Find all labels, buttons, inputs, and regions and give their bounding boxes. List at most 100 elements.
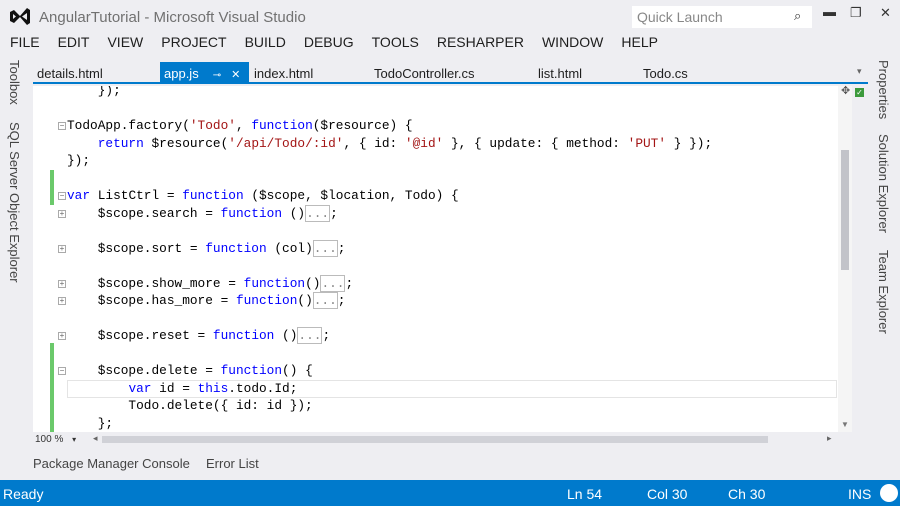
code-line[interactable]: $scope.show_more = function()...;: [67, 274, 353, 293]
zoom-dropdown-icon[interactable]: ▾: [72, 435, 76, 444]
expand-icon[interactable]: +: [58, 297, 66, 305]
quick-launch-input[interactable]: Quick Launch: [632, 6, 812, 28]
tab-app-js[interactable]: app.js ⊸ ✕: [160, 62, 249, 84]
code-line[interactable]: return $resource('/api/Todo/:id', { id: …: [67, 135, 712, 153]
code-token: };: [67, 415, 114, 431]
scroll-right-icon[interactable]: ▸: [827, 433, 832, 444]
search-icon[interactable]: ⌕: [794, 8, 801, 24]
code-token: (): [282, 205, 306, 221]
code-token: (): [305, 275, 321, 291]
status-text: Ready: [3, 486, 44, 502]
tab-todocontroller-cs[interactable]: TodoController.cs: [370, 62, 478, 84]
menu-debug[interactable]: DEBUG: [294, 34, 362, 54]
menu-view[interactable]: VIEW: [97, 34, 151, 54]
tab-overflow-dropdown[interactable]: ▾: [853, 62, 866, 84]
tab-list-html[interactable]: list.html: [534, 62, 586, 84]
tab-todo-cs[interactable]: Todo.cs: [639, 62, 692, 84]
tab-details-html[interactable]: details.html: [33, 62, 107, 84]
code-token: 'PUT': [627, 135, 667, 151]
menu-help[interactable]: HELP: [611, 34, 666, 54]
code-token: id =: [151, 380, 198, 396]
error-list-tab[interactable]: Error List: [206, 456, 259, 471]
properties-tab[interactable]: Properties: [876, 60, 891, 119]
expand-icon[interactable]: +: [58, 244, 66, 253]
code-token: function: [220, 363, 283, 378]
close-tab-icon[interactable]: ✕: [231, 69, 240, 81]
menu-edit[interactable]: EDIT: [48, 34, 98, 54]
scroll-down-icon[interactable]: ▼: [841, 420, 849, 429]
code-line[interactable]: Todo.delete({ id: id });: [67, 397, 312, 415]
code-token: });: [67, 153, 91, 168]
code-token: });: [67, 86, 121, 98]
package-manager-console-tab[interactable]: Package Manager Console: [33, 456, 190, 471]
horizontal-scroll-thumb[interactable]: [102, 436, 768, 443]
team-explorer-tab[interactable]: Team Explorer: [876, 250, 891, 334]
code-line[interactable]: var ListCtrl = function ($scope, $locati…: [67, 187, 459, 205]
expand-icon[interactable]: +: [58, 279, 66, 288]
code-token: ($scope, $location, Todo) {: [243, 188, 459, 203]
code-token: function: [235, 293, 298, 308]
menu-resharper[interactable]: RESHARPER: [427, 34, 532, 54]
collapsed-region-button[interactable]: ...: [305, 204, 331, 222]
column-number: Col 30: [647, 486, 688, 502]
code-token: function: [220, 205, 283, 221]
code-line[interactable]: $scope.reset = function ()...;: [67, 327, 330, 345]
vertical-scroll-thumb[interactable]: [841, 150, 849, 270]
change-marker: [50, 343, 54, 432]
restore-button[interactable]: ❐: [850, 5, 862, 21]
code-line[interactable]: };: [67, 415, 113, 433]
zoom-value: 100 %: [35, 434, 64, 445]
minimize-button[interactable]: ▬: [823, 4, 836, 19]
collapse-icon[interactable]: −: [58, 122, 66, 130]
toolbox-tab[interactable]: Toolbox: [7, 60, 22, 105]
code-token: function: [212, 328, 275, 343]
code-editor[interactable]: }); TodoApp.factory('Todo', function($res…: [33, 86, 838, 432]
code-token: '/api/Todo/:id': [228, 135, 344, 151]
code-token: , { id:: [343, 135, 405, 151]
code-line[interactable]: var id = this.todo.Id;: [67, 380, 297, 398]
pin-icon[interactable]: ⊸: [213, 70, 221, 81]
collapse-icon[interactable]: −: [58, 192, 66, 200]
collapsed-region-button[interactable]: ...: [320, 274, 346, 292]
code-token: ;: [330, 205, 338, 221]
left-tool-strip: Toolbox SQL Server Object Explorer: [0, 56, 28, 476]
notification-icon[interactable]: [880, 484, 898, 502]
close-button[interactable]: ✕: [880, 5, 891, 21]
collapsed-region-button[interactable]: ...: [297, 327, 323, 344]
expand-icon[interactable]: +: [58, 332, 66, 340]
code-token: $scope.has_more =: [67, 293, 236, 308]
sql-server-object-explorer-tab[interactable]: SQL Server Object Explorer: [7, 122, 22, 283]
code-token: $scope.search =: [67, 205, 221, 221]
window-title: AngularTutorial - Microsoft Visual Studi…: [39, 9, 306, 26]
code-token: function: [243, 275, 306, 291]
code-line[interactable]: TodoApp.factory('Todo', function($resour…: [67, 117, 413, 135]
code-line[interactable]: });: [67, 152, 90, 170]
code-token: return: [97, 135, 144, 151]
tab-index-html[interactable]: index.html: [250, 62, 317, 84]
code-line[interactable]: });: [67, 86, 121, 100]
split-icon[interactable]: ✥: [841, 84, 850, 97]
code-token: ;: [337, 293, 346, 308]
menu-bar: FILE EDIT VIEW PROJECT BUILD DEBUG TOOLS RESHAR…: [0, 34, 666, 54]
collapsed-region-button[interactable]: ...: [312, 239, 338, 257]
code-line[interactable]: $scope.delete = function() {: [67, 362, 313, 380]
collapse-icon[interactable]: −: [58, 367, 66, 375]
code-token: '@id': [404, 135, 444, 151]
menu-window[interactable]: WINDOW: [532, 34, 611, 54]
zoom-level[interactable]: 100 % ▾: [35, 434, 76, 445]
menu-project[interactable]: PROJECT: [151, 34, 234, 54]
menu-build[interactable]: BUILD: [235, 34, 294, 54]
menu-file[interactable]: FILE: [0, 34, 48, 54]
code-token: $scope.reset =: [67, 328, 213, 343]
code-line[interactable]: $scope.sort = function (col)...;: [67, 239, 345, 258]
menu-tools[interactable]: TOOLS: [362, 34, 427, 54]
scroll-left-icon[interactable]: ◂: [93, 433, 98, 444]
status-bar: Ready Ln 54 Col 30 Ch 30 INS: [0, 480, 900, 506]
right-tool-strip: Properties Solution Explorer Team Explor…: [868, 56, 900, 476]
code-token: $scope.delete =: [67, 363, 221, 378]
code-line[interactable]: $scope.has_more = function()...;: [67, 292, 345, 310]
code-line[interactable]: $scope.search = function ()...;: [67, 204, 338, 223]
expand-icon[interactable]: +: [58, 209, 66, 218]
collapsed-region-button[interactable]: ...: [312, 292, 338, 309]
solution-explorer-tab[interactable]: Solution Explorer: [876, 134, 891, 233]
